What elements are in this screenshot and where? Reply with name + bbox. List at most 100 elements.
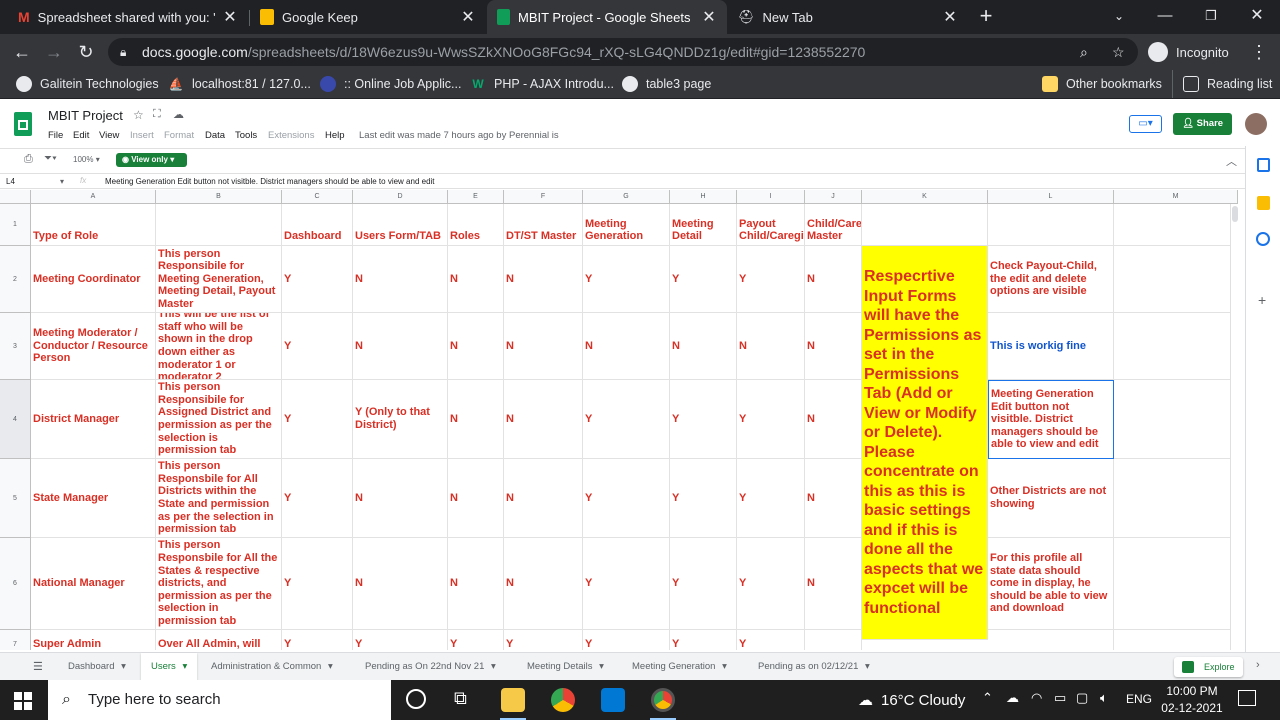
browser-tab-keep[interactable]: Google Keep ✕ xyxy=(250,0,486,34)
column-header[interactable]: F xyxy=(504,190,583,204)
menu-format[interactable]: Format xyxy=(164,130,194,141)
permission-cell[interactable]: Y (Only to that District) xyxy=(353,380,448,459)
permission-cell[interactable]: Y xyxy=(282,538,353,630)
permission-cell[interactable]: Y xyxy=(670,538,737,630)
role-cell[interactable]: National Manager xyxy=(31,538,156,630)
file-explorer-icon[interactable] xyxy=(501,688,525,712)
header-cell[interactable]: DT/ST Master xyxy=(504,204,583,246)
permission-cell[interactable]: Y xyxy=(282,630,353,650)
description-cell[interactable]: Over All Admin, will xyxy=(156,630,282,650)
permission-cell[interactable]: N xyxy=(353,246,448,313)
column-header[interactable]: K xyxy=(862,190,988,204)
weather-widget[interactable]: ☁ 16°C Cloudy xyxy=(858,691,965,710)
permission-cell[interactable]: N xyxy=(504,380,583,459)
menu-data[interactable]: Data xyxy=(205,130,225,141)
close-icon[interactable]: ✕ xyxy=(222,7,238,27)
dropdown-arrow-icon[interactable]: ▾ xyxy=(325,661,333,672)
zoom-select[interactable]: 100% ▾ xyxy=(73,155,100,164)
empty-cell[interactable] xyxy=(1114,459,1238,538)
add-addon-icon[interactable]: + xyxy=(1258,292,1266,308)
column-header[interactable]: L xyxy=(988,190,1114,204)
permission-cell[interactable]: Y xyxy=(448,630,504,650)
battery-icon[interactable]: ▭ xyxy=(1054,690,1066,706)
empty-cell[interactable] xyxy=(1114,380,1238,459)
permission-cell[interactable]: N xyxy=(353,459,448,538)
bookmark-table3[interactable]: table3 page xyxy=(622,70,711,98)
windows-start-icon[interactable] xyxy=(14,692,32,710)
column-header[interactable]: A xyxy=(31,190,156,204)
sheet-tab[interactable]: Dashboard ▾ xyxy=(58,653,136,680)
cortana-icon[interactable] xyxy=(406,689,426,709)
column-header[interactable]: I xyxy=(737,190,805,204)
menu-view[interactable]: View xyxy=(99,130,119,141)
permission-cell[interactable]: Y xyxy=(282,313,353,380)
column-header[interactable]: G xyxy=(583,190,670,204)
print-icon[interactable]: ⎙ xyxy=(24,153,33,166)
vertical-scrollbar[interactable] xyxy=(1230,204,1238,650)
note-cell[interactable]: This is workig fine xyxy=(988,313,1114,380)
empty-cell[interactable] xyxy=(1114,313,1238,380)
permission-cell[interactable]: Y xyxy=(737,538,805,630)
bookmark-php-ajax[interactable]: W PHP - AJAX Introdu... xyxy=(470,70,614,98)
share-button[interactable]: 👤︎ Share xyxy=(1173,113,1232,135)
volume-icon[interactable]: 🔈︎ xyxy=(1100,690,1108,706)
column-header[interactable]: D xyxy=(353,190,448,204)
column-header[interactable]: B xyxy=(156,190,282,204)
empty-cell[interactable] xyxy=(1114,538,1238,630)
permission-cell[interactable]: Y xyxy=(737,630,805,650)
dropdown-arrow-icon[interactable]: ▾ xyxy=(118,661,126,672)
close-icon[interactable]: ✕ xyxy=(460,7,476,27)
sheet-tab[interactable]: Pending as On 22nd Nov 21 ▾ xyxy=(355,653,506,680)
header-cell[interactable]: Roles xyxy=(448,204,504,246)
permission-cell[interactable]: N xyxy=(805,246,862,313)
permission-cell[interactable]: N xyxy=(504,246,583,313)
filter-icon[interactable]: ⏷▾ xyxy=(44,153,57,164)
row-header[interactable]: 3 xyxy=(0,313,31,380)
cloud-status-icon[interactable]: ☁ xyxy=(173,108,184,121)
permission-cell[interactable]: N xyxy=(504,459,583,538)
row-header[interactable]: 1 xyxy=(0,204,31,246)
back-arrow-icon[interactable]: ← xyxy=(10,40,34,64)
lock-icon[interactable]: 🔒︎ xyxy=(120,38,126,66)
header-cell[interactable]: Meeting Detail xyxy=(670,204,737,246)
permission-cell[interactable]: Y xyxy=(670,380,737,459)
browser-tab-gmail[interactable]: M Spreadsheet shared with you: "M ✕ xyxy=(8,0,248,34)
header-cell[interactable]: Payout Child/Caregiver xyxy=(737,204,805,246)
note-cell[interactable]: Check Payout-Child, the edit and delete … xyxy=(988,246,1114,313)
close-icon[interactable]: ✕ xyxy=(701,7,717,27)
permission-cell[interactable]: N xyxy=(504,313,583,380)
dropdown-arrow-icon[interactable]: ▾ xyxy=(596,661,604,672)
permission-cell[interactable]: Y xyxy=(504,630,583,650)
permission-cell[interactable] xyxy=(805,630,862,650)
menu-extensions[interactable]: Extensions xyxy=(268,130,314,141)
menu-edit[interactable]: Edit xyxy=(73,130,89,141)
all-sheets-icon[interactable]: ☰ xyxy=(33,660,43,673)
restore-icon[interactable]: ❐ xyxy=(1188,0,1234,34)
header-cell[interactable] xyxy=(1114,204,1238,246)
permission-cell[interactable]: Y xyxy=(737,459,805,538)
permission-cell[interactable]: N xyxy=(737,313,805,380)
note-cell[interactable]: Meeting Generation Edit button not visit… xyxy=(988,380,1114,459)
dropdown-arrow-icon[interactable]: ▾ xyxy=(862,661,870,672)
permission-cell[interactable]: Y xyxy=(737,246,805,313)
empty-cell[interactable] xyxy=(1114,630,1238,650)
description-cell[interactable]: This person Responsibile for Assigned Di… xyxy=(156,380,282,459)
column-header[interactable]: J xyxy=(805,190,862,204)
note-cell[interactable]: Other Districts are not showing xyxy=(988,459,1114,538)
move-icon[interactable]: ⛶ xyxy=(153,108,161,121)
name-box[interactable]: L4 xyxy=(6,177,15,186)
permission-cell[interactable]: N xyxy=(504,538,583,630)
browser-tab-sheets[interactable]: MBIT Project - Google Sheets ✕ xyxy=(487,0,727,34)
permission-cell[interactable]: N xyxy=(448,380,504,459)
header-cell[interactable]: Dashboard xyxy=(282,204,353,246)
permission-cell[interactable]: Y xyxy=(737,380,805,459)
minimize-icon[interactable]: — xyxy=(1142,0,1188,34)
star-icon[interactable]: ☆ xyxy=(133,108,144,122)
display-icon[interactable]: ▢ xyxy=(1076,690,1088,706)
menu-insert[interactable]: Insert xyxy=(130,130,154,141)
role-cell[interactable]: Meeting Moderator / Conductor / Resource… xyxy=(31,313,156,380)
row-header[interactable]: 4 xyxy=(0,380,31,459)
permission-cell[interactable]: N xyxy=(805,538,862,630)
role-cell[interactable]: Meeting Coordinator xyxy=(31,246,156,313)
permission-cell[interactable]: Y xyxy=(282,459,353,538)
